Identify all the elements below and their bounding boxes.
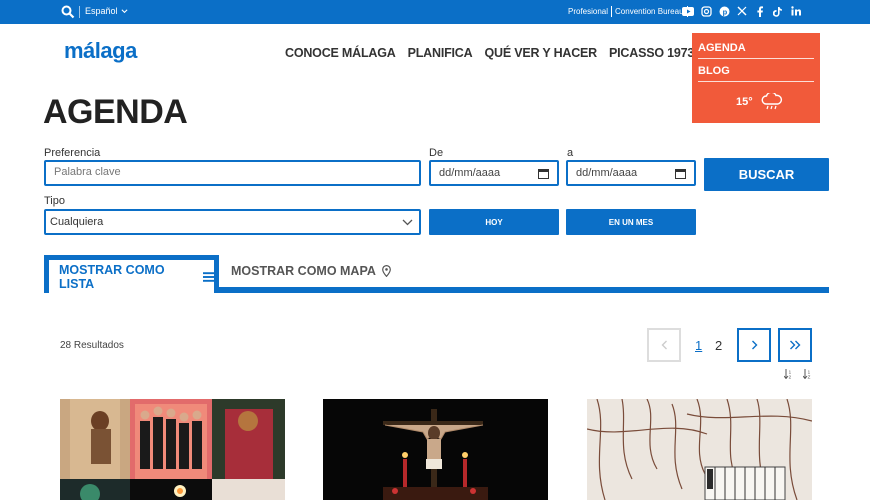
sort-controls: 12 1Z xyxy=(784,369,812,379)
temperature: 15° xyxy=(736,96,753,108)
page-title: AGENDA xyxy=(43,93,188,131)
logo-text: málaga xyxy=(64,38,137,63)
language-selector[interactable]: Español xyxy=(85,6,128,16)
calendar-icon[interactable] xyxy=(675,168,686,179)
en-un-mes-button[interactable]: EN UN MES xyxy=(566,209,696,235)
event-card-image[interactable] xyxy=(60,399,285,500)
language-label: Español xyxy=(85,6,118,16)
social-links: p xyxy=(682,5,802,17)
tab-list-view[interactable]: MOSTRAR COMO LISTA xyxy=(44,255,219,293)
tab-map-label: MOSTRAR COMO MAPA xyxy=(231,264,376,278)
event-card-image[interactable] xyxy=(323,399,548,500)
top-bar: Español Profesional Convention Bureau p xyxy=(0,0,870,24)
concert-collage-image xyxy=(60,399,285,500)
x-icon[interactable] xyxy=(736,5,748,17)
chevron-down-icon xyxy=(121,8,128,13)
svg-text:p: p xyxy=(722,7,727,16)
link-convention-bureau[interactable]: Convention Bureau xyxy=(612,7,687,16)
link-profesional[interactable]: Profesional xyxy=(565,7,611,16)
facebook-icon[interactable] xyxy=(754,5,766,17)
keyword-placeholder: Palabra clave xyxy=(54,166,121,178)
tab-list-label: MOSTRAR COMO LISTA xyxy=(59,262,165,291)
youtube-icon[interactable] xyxy=(682,5,694,17)
nav-conoce-malaga[interactable]: CONOCE MÁLAGA xyxy=(285,46,396,60)
nav-que-ver-y-hacer[interactable]: QUÉ VER Y HACER xyxy=(484,46,597,60)
header-dropdown: AGENDA BLOG 15° xyxy=(692,33,820,123)
date-from-placeholder: dd/mm/aaaa xyxy=(439,167,501,179)
list-icon xyxy=(202,271,214,282)
tipo-label: Tipo xyxy=(44,195,65,207)
search-icon[interactable] xyxy=(61,5,75,19)
rain-cloud-icon xyxy=(761,93,782,110)
calendar-icon[interactable] xyxy=(538,168,549,179)
page-2[interactable]: 2 xyxy=(715,338,722,353)
chevron-down-icon xyxy=(402,219,413,225)
date-to-placeholder: dd/mm/aaaa xyxy=(576,167,638,179)
chevron-right-icon xyxy=(751,340,757,350)
dropdown-item-blog[interactable]: BLOG xyxy=(698,62,814,82)
linkedin-icon[interactable] xyxy=(790,5,802,17)
event-card-image[interactable] xyxy=(587,399,812,500)
map-pin-icon xyxy=(382,265,391,277)
chevron-left-icon xyxy=(661,340,667,350)
tab-map-view[interactable]: MOSTRAR COMO MAPA xyxy=(231,264,391,278)
top-links: Profesional Convention Bureau xyxy=(565,6,688,17)
vines-image xyxy=(587,399,812,500)
preferencia-label: Preferencia xyxy=(44,147,101,159)
svg-text:Z: Z xyxy=(808,375,811,380)
a-label: a xyxy=(567,147,574,159)
main-nav: CONOCE MÁLAGA PLANIFICA QUÉ VER Y HACER … xyxy=(285,46,725,60)
prev-page-button[interactable] xyxy=(647,328,681,362)
logo[interactable]: málaga xyxy=(64,38,137,64)
keyword-input[interactable]: Palabra clave xyxy=(44,160,421,186)
tipo-selected-value: Cualquiera xyxy=(50,216,104,228)
divider xyxy=(79,6,80,18)
procession-image xyxy=(323,399,548,500)
pinterest-icon[interactable]: p xyxy=(718,5,730,17)
next-page-button[interactable] xyxy=(737,328,771,362)
instagram-icon[interactable] xyxy=(700,5,712,17)
double-chevron-right-icon xyxy=(790,340,801,350)
last-page-button[interactable] xyxy=(778,328,812,362)
sort-ascending-icon[interactable]: 12 xyxy=(784,369,793,379)
tiktok-icon[interactable] xyxy=(772,5,784,17)
tipo-select[interactable]: Cualquiera xyxy=(44,209,421,235)
dropdown-item-agenda[interactable]: AGENDA xyxy=(698,39,814,59)
sort-descending-icon[interactable]: 1Z xyxy=(803,369,812,379)
de-label: De xyxy=(429,147,444,159)
date-to-input[interactable]: dd/mm/aaaa xyxy=(566,160,696,186)
nav-planifica[interactable]: PLANIFICA xyxy=(408,46,473,60)
weather-widget: 15° xyxy=(736,93,783,111)
svg-text:2: 2 xyxy=(789,375,792,380)
page-1[interactable]: 1 xyxy=(695,338,702,353)
date-from-input[interactable]: dd/mm/aaaa xyxy=(429,160,559,186)
hoy-button[interactable]: HOY xyxy=(429,209,559,235)
search-button[interactable]: BUSCAR xyxy=(704,158,829,191)
results-count: 28 Resultados xyxy=(60,340,124,351)
